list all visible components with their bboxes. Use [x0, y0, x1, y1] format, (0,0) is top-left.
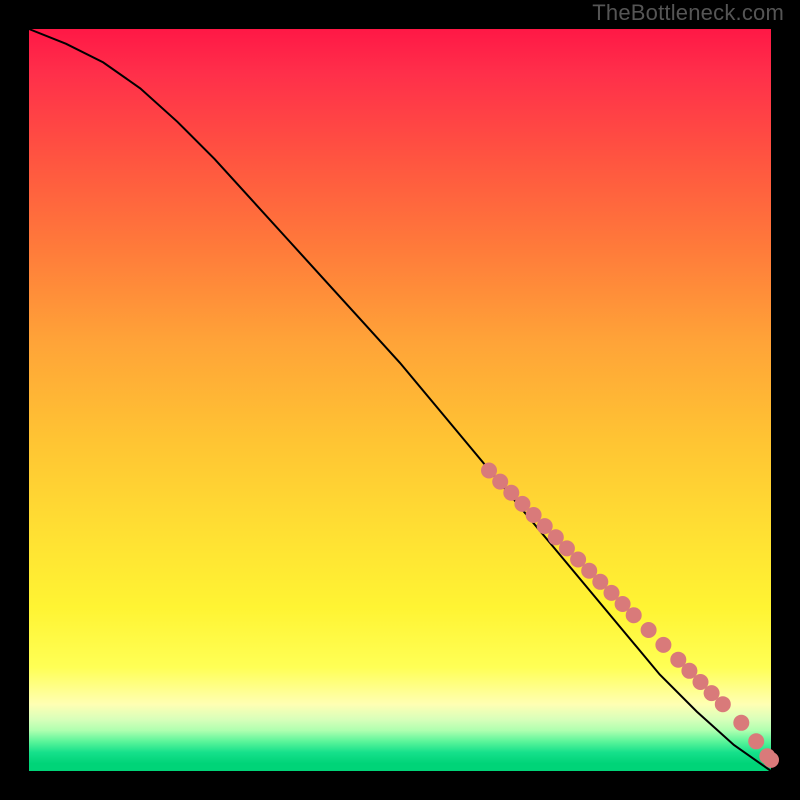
highlight-dot [715, 696, 731, 712]
highlight-dot [748, 733, 764, 749]
chart-stage: TheBottleneck.com [0, 0, 800, 800]
attribution-label: TheBottleneck.com [592, 0, 784, 26]
highlight-dot [641, 622, 657, 638]
curve-line [29, 29, 771, 771]
plot-area [29, 29, 771, 771]
highlight-dot [626, 607, 642, 623]
highlight-dot [655, 637, 671, 653]
highlight-dot [733, 715, 749, 731]
highlight-dot [763, 752, 779, 768]
highlight-dots [481, 463, 779, 768]
plot-overlay [29, 29, 771, 771]
